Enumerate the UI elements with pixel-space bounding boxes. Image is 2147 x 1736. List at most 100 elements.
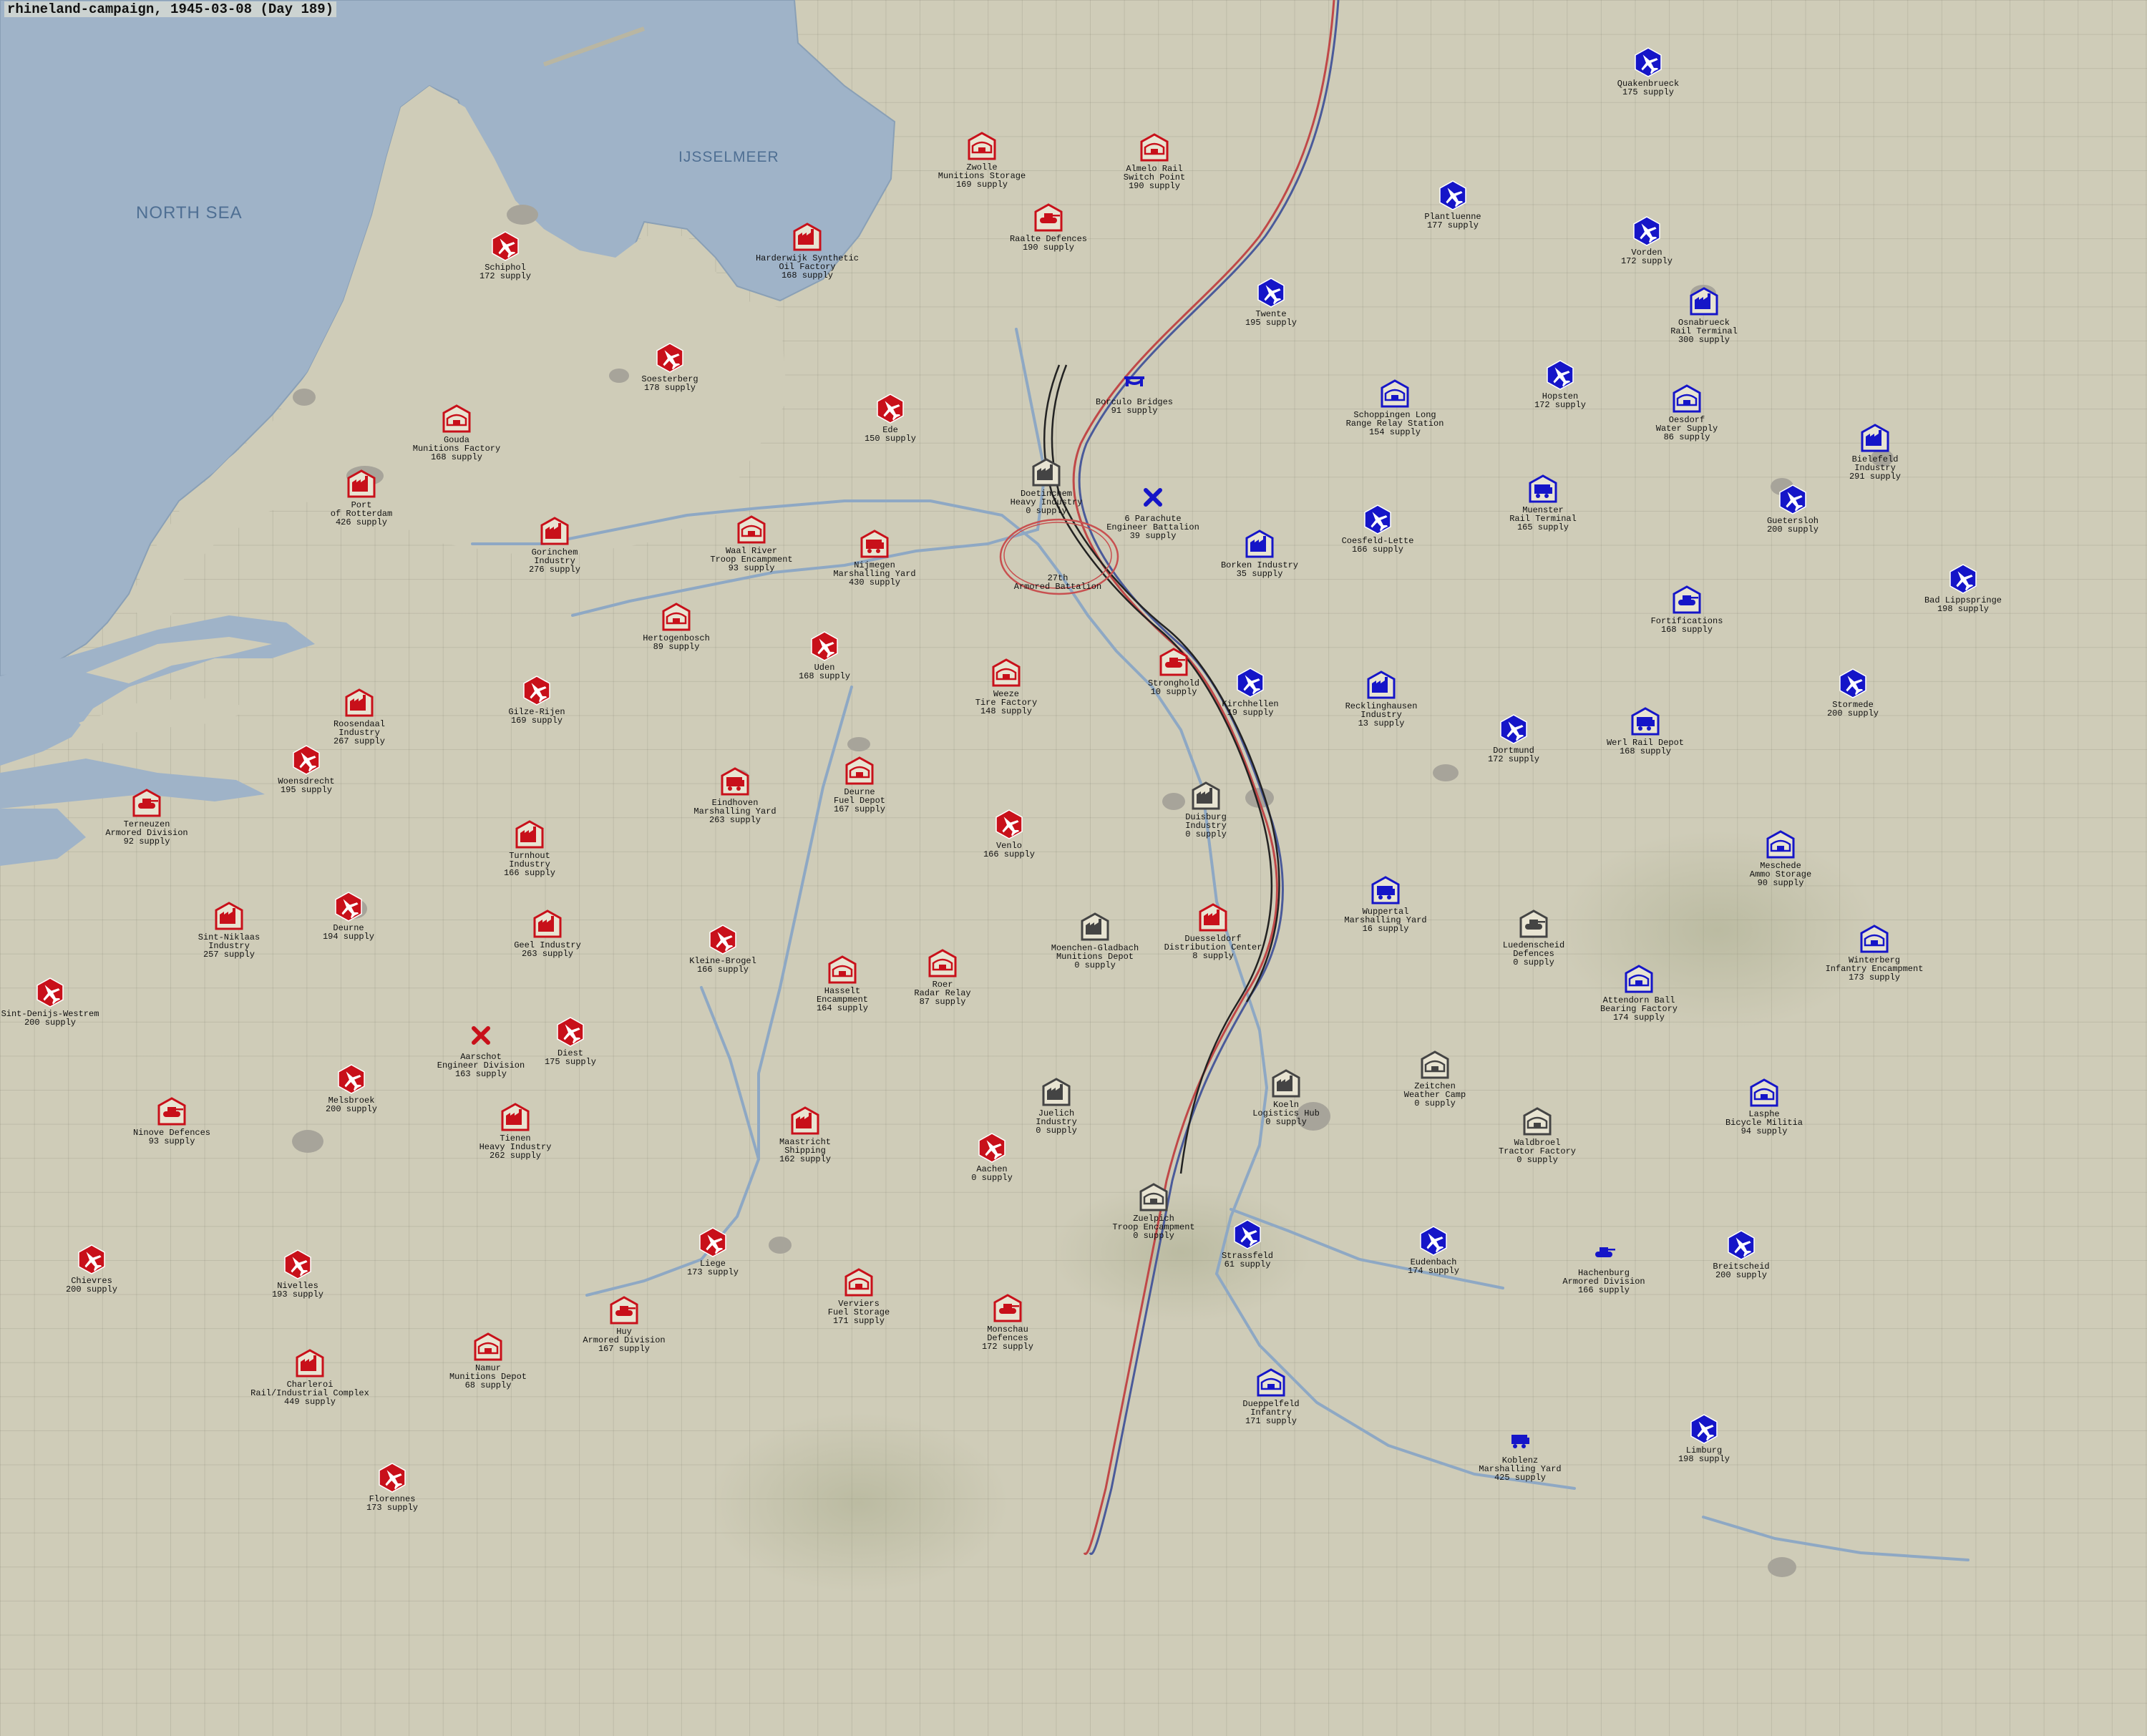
airfield-icon[interactable]: [654, 342, 686, 374]
bunker-icon[interactable]: [1379, 378, 1411, 409]
marker-label: Turnhout Industry 166 supply: [422, 852, 637, 877]
airfield-icon[interactable]: [555, 1016, 586, 1048]
bunker-icon[interactable]: [844, 755, 875, 786]
ijsselmeer-label: IJSSELMEER: [678, 149, 779, 165]
tank-icon[interactable]: [1588, 1236, 1620, 1267]
bunker-icon[interactable]: [966, 130, 998, 162]
factory-icon[interactable]: [1190, 780, 1222, 811]
airfield-icon[interactable]: [1418, 1225, 1449, 1257]
airfield-icon[interactable]: [1837, 668, 1869, 699]
factory-icon[interactable]: [213, 900, 245, 932]
airfield-icon[interactable]: [1232, 1219, 1263, 1250]
airfield-icon[interactable]: [490, 230, 521, 262]
airfield-icon[interactable]: [1235, 667, 1266, 698]
factory-icon[interactable]: [532, 908, 563, 940]
bridge-icon[interactable]: [1119, 365, 1150, 396]
airfield-icon[interactable]: [707, 924, 739, 955]
marker-label: Muenster Rail Terminal 165 supply: [1436, 506, 1650, 532]
airfield-icon[interactable]: [376, 1462, 408, 1493]
airfield-icon[interactable]: [1725, 1229, 1757, 1261]
bunker-icon[interactable]: [827, 954, 858, 985]
airfield-icon[interactable]: [333, 891, 364, 922]
tank-icon[interactable]: [1518, 908, 1549, 940]
bunker-icon[interactable]: [472, 1331, 504, 1362]
factory-icon[interactable]: [500, 1101, 531, 1133]
bunker-icon[interactable]: [1748, 1077, 1780, 1108]
factory-icon[interactable]: [1365, 669, 1397, 701]
factory-icon[interactable]: [294, 1347, 326, 1379]
bunker-icon[interactable]: [736, 514, 767, 545]
engineer-icon[interactable]: [1137, 482, 1169, 513]
factory-icon[interactable]: [1031, 457, 1062, 488]
bunker-icon[interactable]: [1623, 963, 1655, 995]
bunker-icon[interactable]: [1522, 1106, 1553, 1137]
airfield-icon[interactable]: [291, 744, 322, 776]
bunker-icon[interactable]: [1138, 1181, 1169, 1213]
tank-icon[interactable]: [1158, 646, 1189, 678]
factory-icon[interactable]: [1859, 422, 1891, 454]
tank-icon[interactable]: [1671, 584, 1703, 615]
factory-icon[interactable]: [1041, 1076, 1072, 1108]
airfield-icon[interactable]: [993, 809, 1025, 840]
train-icon[interactable]: [859, 528, 890, 560]
train-icon[interactable]: [1504, 1423, 1536, 1455]
tank-icon[interactable]: [1033, 202, 1064, 233]
factory-icon[interactable]: [1244, 528, 1275, 560]
train-icon[interactable]: [1630, 706, 1661, 737]
airfield-icon[interactable]: [1255, 277, 1287, 308]
airfield-icon[interactable]: [1498, 713, 1529, 745]
bunker-icon[interactable]: [1765, 829, 1796, 860]
bunker-icon[interactable]: [1255, 1367, 1287, 1398]
tank-icon[interactable]: [608, 1294, 640, 1326]
airfield-icon[interactable]: [1632, 47, 1664, 78]
factory-icon[interactable]: [346, 468, 377, 499]
airfield-icon[interactable]: [521, 675, 552, 706]
factory-icon[interactable]: [1270, 1068, 1302, 1099]
bunker-icon[interactable]: [843, 1267, 875, 1298]
bunker-icon[interactable]: [661, 601, 692, 633]
tank-icon[interactable]: [992, 1292, 1023, 1324]
factory-icon[interactable]: [539, 515, 570, 547]
airfield-icon[interactable]: [976, 1132, 1008, 1164]
tank-icon[interactable]: [156, 1096, 188, 1127]
engineer-icon[interactable]: [465, 1020, 497, 1051]
airfield-icon[interactable]: [809, 630, 840, 662]
marker-label: Bad Lippspringe 198 supply: [1856, 596, 2070, 613]
factory-icon[interactable]: [1688, 286, 1720, 317]
factory-icon[interactable]: [789, 1105, 821, 1136]
marker-supply: 200 supply: [1826, 708, 1879, 718]
campaign-map[interactable]: rhineland-campaign, 1945-03-08 (Day 189)…: [0, 0, 2147, 1736]
airfield-icon[interactable]: [875, 393, 906, 424]
airfield-icon[interactable]: [697, 1227, 729, 1258]
factory-icon[interactable]: [514, 819, 545, 850]
airfield-icon[interactable]: [1362, 504, 1393, 535]
train-icon[interactable]: [1527, 473, 1559, 504]
airfield-icon[interactable]: [1631, 215, 1662, 247]
tank-icon[interactable]: [131, 787, 162, 819]
bunker-icon[interactable]: [927, 947, 958, 979]
airfield-icon[interactable]: [1688, 1413, 1720, 1445]
airfield-icon[interactable]: [282, 1249, 313, 1280]
airfield-icon[interactable]: [34, 977, 66, 1008]
bunker-icon[interactable]: [1671, 383, 1703, 414]
airfield-icon[interactable]: [1544, 359, 1576, 391]
factory-icon[interactable]: [792, 221, 823, 253]
marker-label: Ninove Defences 93 supply: [64, 1128, 279, 1146]
airfield-icon[interactable]: [1947, 563, 1979, 595]
airfield-icon[interactable]: [76, 1244, 107, 1275]
train-icon[interactable]: [719, 766, 751, 797]
airfield-icon[interactable]: [1777, 484, 1808, 515]
bunker-icon[interactable]: [1419, 1049, 1451, 1081]
airfield-icon[interactable]: [1437, 180, 1469, 211]
marker-label: Raalte Defences 190 supply: [941, 235, 1156, 252]
factory-icon[interactable]: [1197, 902, 1229, 933]
bunker-icon[interactable]: [441, 403, 472, 434]
train-icon[interactable]: [1370, 874, 1401, 906]
bunker-icon[interactable]: [990, 657, 1022, 688]
marker-label: Borken Industry 35 supply: [1152, 561, 1367, 578]
factory-icon[interactable]: [344, 687, 375, 718]
bunker-icon[interactable]: [1859, 923, 1890, 955]
marker-icon[interactable]: [1042, 541, 1074, 572]
airfield-icon[interactable]: [336, 1063, 367, 1095]
bunker-icon[interactable]: [1139, 132, 1170, 163]
